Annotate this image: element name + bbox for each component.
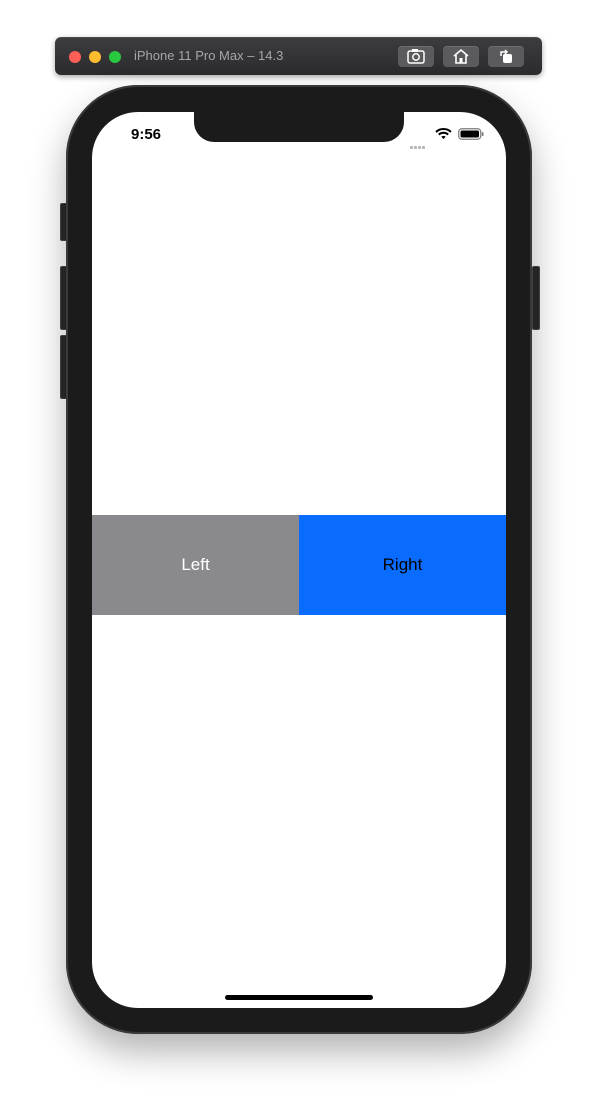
status-icons xyxy=(410,127,490,149)
left-button[interactable]: Left xyxy=(92,515,299,615)
status-time: 9:56 xyxy=(131,126,162,143)
button-row: Left Right xyxy=(92,515,506,615)
close-window-button[interactable] xyxy=(69,51,81,63)
cellular-dots-icon xyxy=(410,136,426,154)
left-button-label: Left xyxy=(181,555,210,574)
minimize-window-button[interactable] xyxy=(89,51,101,63)
right-button[interactable]: Right xyxy=(299,515,506,615)
device-screen: 9:56 Left Right xyxy=(92,112,506,1008)
notch xyxy=(194,112,404,142)
battery-icon xyxy=(458,128,484,140)
rotate-icon xyxy=(500,49,512,63)
power-button xyxy=(532,266,540,330)
screenshot-button[interactable] xyxy=(398,46,434,67)
home-button[interactable] xyxy=(443,46,479,67)
zoom-window-button[interactable] xyxy=(109,51,121,63)
wifi-icon xyxy=(435,128,452,139)
simulator-title: iPhone 11 Pro Max – 14.3 xyxy=(134,48,284,63)
camera-icon xyxy=(407,49,425,64)
right-button-label: Right xyxy=(382,555,423,574)
simulator-toolbar: iPhone 11 Pro Max – 14.3 xyxy=(55,37,542,75)
home-indicator[interactable] xyxy=(225,995,373,1000)
rotate-button[interactable] xyxy=(488,46,524,67)
home-icon xyxy=(453,48,469,64)
stage: iPhone 11 Pro Max – 14.3 9:56 Left Right xyxy=(0,0,598,1109)
